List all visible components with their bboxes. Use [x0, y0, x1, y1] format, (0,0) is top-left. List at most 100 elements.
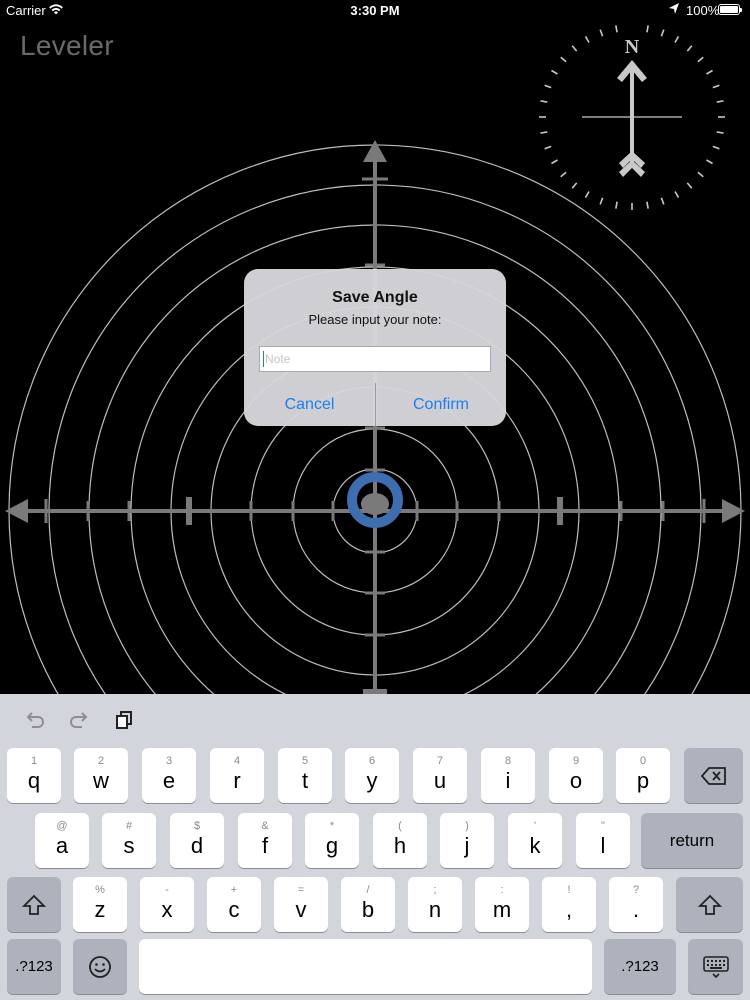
key-d[interactable]: $ d [170, 813, 224, 868]
compass-tick [697, 171, 704, 178]
numbers-label: .?123 [15, 958, 53, 975]
cancel-button[interactable]: Cancel [244, 383, 375, 426]
key-hint: 4 [233, 755, 241, 767]
key-q[interactable]: 1q [7, 748, 61, 803]
space-bar[interactable] [139, 939, 592, 994]
key-c[interactable]: + c [207, 877, 261, 932]
key-e[interactable]: 3e [142, 748, 196, 803]
key-label: y [366, 768, 378, 793]
key-s[interactable]: # s [102, 813, 156, 868]
key-,[interactable]: !, [542, 877, 596, 932]
key-f[interactable]: & f [238, 813, 292, 868]
compass-tick [615, 201, 618, 209]
key-o[interactable]: 9o [549, 748, 603, 803]
key-a[interactable]: @ a [35, 813, 89, 868]
key-hint: 0 [639, 755, 647, 767]
compass-tick [560, 171, 567, 178]
compass-north-label: N [625, 36, 640, 58]
numbers-key-left[interactable]: .?123 [7, 939, 61, 994]
dialog-message: Please input your note: [308, 312, 442, 327]
emoji-key[interactable] [73, 939, 127, 994]
hide-keyboard-key[interactable] [688, 939, 743, 994]
key-.[interactable]: ?. [609, 877, 663, 932]
key-hint: * [329, 820, 335, 832]
delete-key[interactable] [684, 748, 743, 803]
text-caret [263, 351, 264, 367]
compass-tick [551, 159, 558, 165]
key-y[interactable]: 6y [345, 748, 399, 803]
return-label: return [669, 830, 715, 850]
key-hint: 7 [436, 755, 444, 767]
key-label: g [325, 833, 339, 858]
key-w[interactable]: 2w [74, 748, 128, 803]
key-r[interactable]: 4r [210, 748, 264, 803]
note-input[interactable]: Note [259, 346, 491, 372]
key-label: t [301, 768, 309, 793]
key-hint: 2 [97, 755, 105, 767]
emoji-icon [73, 939, 127, 994]
shift-key-right[interactable] [676, 877, 743, 932]
shift-key-left[interactable] [7, 877, 61, 932]
key-label: e [162, 768, 176, 793]
compass-tick [544, 145, 552, 150]
confirm-button[interactable]: Confirm [376, 383, 506, 426]
key-hint: ) [465, 820, 469, 832]
compass-tick [615, 25, 618, 33]
key-u[interactable]: 7u [413, 748, 467, 803]
key-z[interactable]: % z [73, 877, 127, 932]
compass-tick [674, 36, 680, 43]
key-label: x [161, 897, 173, 922]
key-m[interactable]: :m [475, 877, 529, 932]
compass-tick [706, 69, 713, 75]
key-label: , [565, 897, 573, 922]
compass-tick [646, 201, 649, 209]
key-h[interactable]: (h [373, 813, 427, 868]
key-n[interactable]: ; n [408, 877, 462, 932]
key-label: . [632, 897, 640, 922]
note-input-placeholder: Note [265, 352, 291, 366]
compass-tick [571, 45, 578, 52]
key-label: m [492, 897, 512, 922]
redo-icon[interactable] [67, 708, 91, 732]
key-l[interactable]: " l [576, 813, 630, 868]
key-v[interactable]: = v [274, 877, 328, 932]
key-hint: ; [433, 884, 437, 896]
compass-tick [660, 29, 665, 37]
key-hint: 6 [368, 755, 376, 767]
paste-icon[interactable] [112, 708, 136, 732]
key-x[interactable]: -x [140, 877, 194, 932]
key-label: r [233, 768, 241, 793]
compass-tick [544, 84, 552, 89]
backspace-icon [684, 748, 743, 803]
key-label: j [464, 833, 470, 858]
key-i[interactable]: 8i [481, 748, 535, 803]
key-hint: 1 [30, 755, 38, 767]
key-hint: / [366, 884, 370, 896]
key-j[interactable]: ) j [440, 813, 494, 868]
key-hint: % [95, 884, 105, 896]
numbers-key-right[interactable]: .?123 [604, 939, 676, 994]
key-label: s [123, 833, 135, 858]
key-hint: 9 [572, 755, 580, 767]
key-g[interactable]: * g [305, 813, 359, 868]
key-t[interactable]: 5t [278, 748, 332, 803]
key-k[interactable]: ' k [508, 813, 562, 868]
key-b[interactable]: / b [341, 877, 395, 932]
key-hint: ' [533, 820, 537, 832]
dialog-title: Save Angle [332, 289, 418, 306]
key-label: z [94, 897, 106, 922]
return-key[interactable]: return [641, 813, 743, 868]
undo-icon[interactable] [23, 708, 47, 732]
keyboard: 1 q 2 w 3 e 4 r 5 t 6 y 7 u 8 i 9 o 0 p @ a # s $ d & f * g(h) j ' k " l re… [0, 694, 750, 1000]
compass-tick [584, 191, 590, 198]
key-label: u [433, 768, 447, 793]
key-label: n [428, 897, 442, 922]
compass: N [539, 25, 725, 210]
shift-icon [7, 877, 61, 932]
key-label: c [228, 897, 240, 922]
key-hint: + [230, 884, 238, 896]
key-hint: 5 [301, 755, 309, 767]
key-p[interactable]: 0p [616, 748, 670, 803]
compass-tick [712, 145, 720, 150]
key-hint: ( [398, 820, 402, 832]
